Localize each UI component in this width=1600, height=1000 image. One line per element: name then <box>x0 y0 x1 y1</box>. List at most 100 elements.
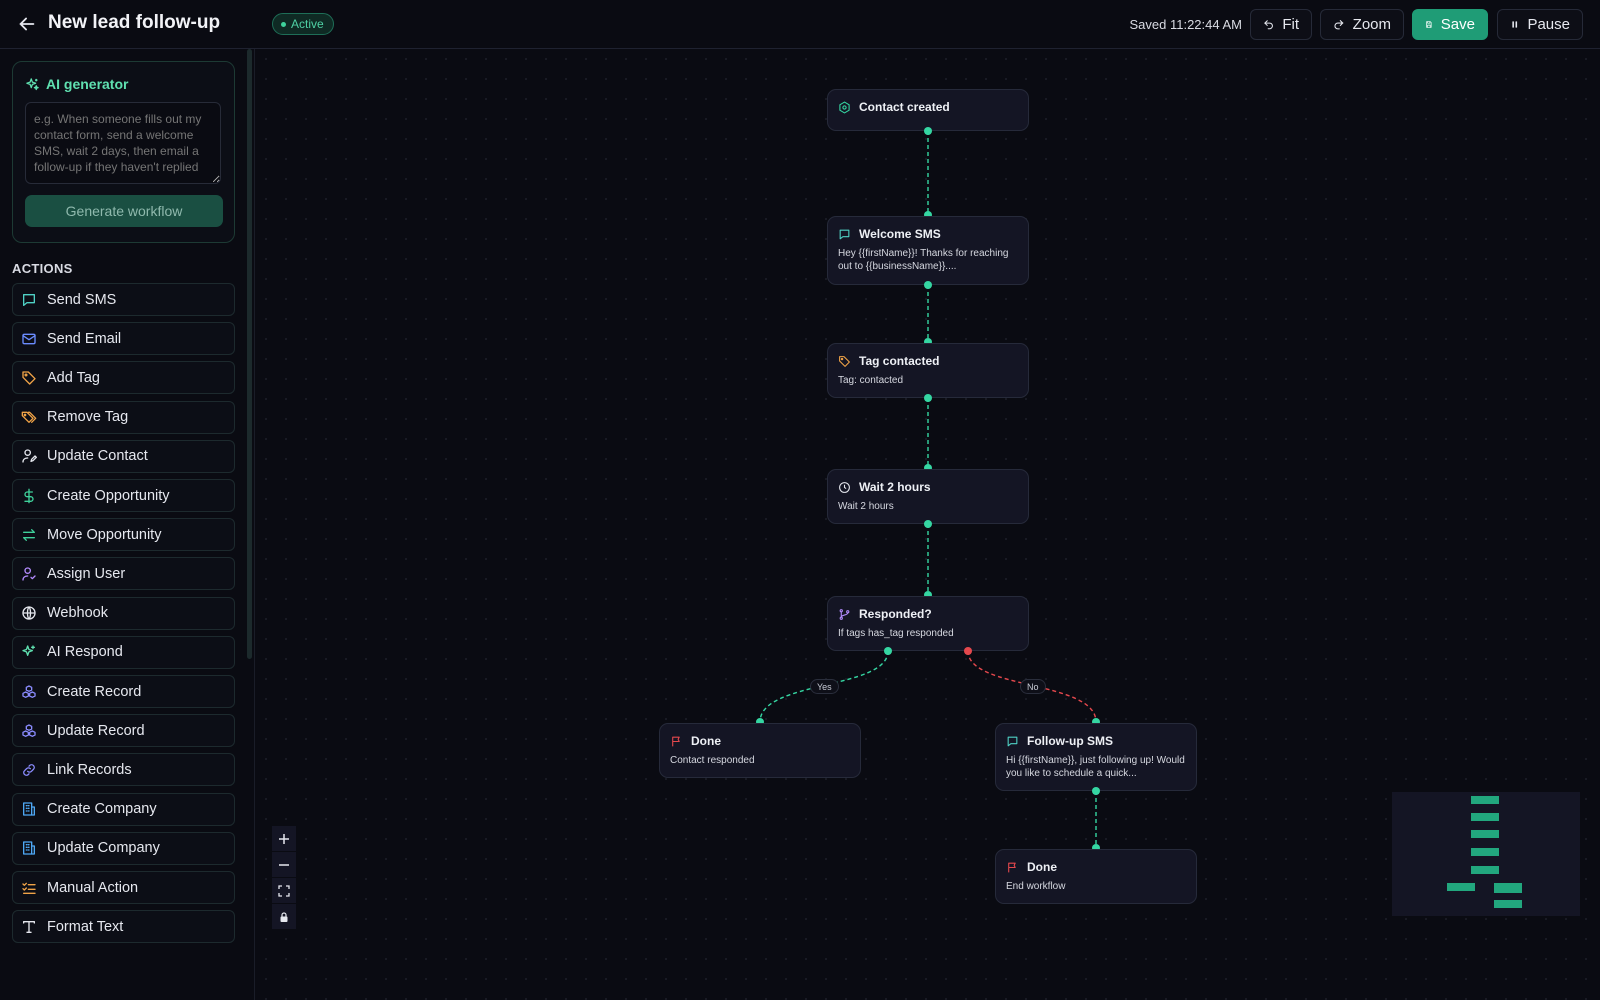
node-done-yes[interactable]: Done Contact responded <box>659 723 861 778</box>
node-title-label: Done <box>1027 860 1057 874</box>
dollar-icon <box>24 488 34 503</box>
minimap[interactable] <box>1392 792 1580 916</box>
boxes-icon <box>22 684 36 698</box>
action-item[interactable]: Send SMS <box>12 283 235 316</box>
trigger-icon <box>839 100 850 114</box>
node-followup-sms[interactable]: Follow-up SMS Hi {{firstName}}, just fol… <box>995 723 1197 791</box>
node-title-label: Done <box>691 734 721 748</box>
building-icon <box>22 841 35 855</box>
action-label: Send SMS <box>47 291 117 308</box>
canvas-controls <box>272 826 296 930</box>
action-label: Add Tag <box>47 369 100 386</box>
action-item[interactable]: Format Text <box>12 910 235 943</box>
saved-timestamp: Saved 11:22:44 AM <box>1129 17 1242 32</box>
action-item[interactable]: Add Tag <box>12 361 235 395</box>
action-label: Create Opportunity <box>47 487 170 504</box>
node-subtitle: Hey {{firstName}}! Thanks for reaching o… <box>838 248 1009 272</box>
fit-label: Fit <box>1282 16 1299 33</box>
node-title: Tag contacted <box>838 354 1018 368</box>
node-subtitle: Contact responded <box>670 755 755 766</box>
node-title: Done <box>1006 860 1186 874</box>
fit-view-button[interactable] <box>272 878 296 904</box>
tags-icon <box>21 411 37 424</box>
status-dot <box>281 21 286 27</box>
git-branch-icon <box>839 608 850 620</box>
output-handle[interactable] <box>924 520 932 528</box>
minimap-node <box>1471 848 1499 856</box>
minimap-node <box>1471 813 1499 821</box>
action-item[interactable]: Create Opportunity <box>12 479 235 512</box>
action-item[interactable]: Webhook <box>12 596 235 630</box>
pause-icon <box>1512 21 1518 28</box>
action-item[interactable]: Send Email <box>12 322 235 356</box>
user-check-icon <box>22 567 36 581</box>
action-item[interactable]: Link Records <box>12 753 235 787</box>
ai-prompt-input[interactable] <box>25 102 221 184</box>
node-wait[interactable]: Wait 2 hours Wait 2 hours <box>827 469 1029 524</box>
clock-icon <box>839 481 850 493</box>
action-item[interactable]: Update Contact <box>12 439 235 473</box>
action-label: Manual Action <box>47 879 139 896</box>
action-item[interactable]: Update Record <box>12 714 235 748</box>
action-label: Link Records <box>47 761 132 778</box>
action-item[interactable]: Remove Tag <box>12 400 235 434</box>
pause-label: Pause <box>1527 16 1570 33</box>
yes-output-handle[interactable] <box>884 647 892 655</box>
generate-workflow-button[interactable]: Generate workflow <box>25 195 223 227</box>
zoom-button[interactable]: Zoom <box>1320 9 1404 40</box>
zoom-out-button[interactable] <box>272 852 296 878</box>
action-item[interactable]: Update Company <box>12 831 235 865</box>
sparkles-icon <box>22 645 35 657</box>
action-list: Send SMS Send Email Add Tag Remove Tag Updat… <box>12 283 235 943</box>
action-item[interactable]: Manual Action <box>12 871 235 904</box>
sidebar-scrollbar[interactable] <box>247 49 252 659</box>
save-button[interactable]: Save <box>1412 9 1488 40</box>
message-icon <box>1007 736 1018 746</box>
node-subtitle: If tags has_tag responded <box>838 628 954 639</box>
action-item[interactable]: Move Opportunity <box>12 518 235 552</box>
action-item[interactable]: AI Respond <box>12 635 235 669</box>
output-handle[interactable] <box>924 281 932 289</box>
sparkles-icon <box>26 77 39 90</box>
zoom-label: Zoom <box>1352 16 1391 33</box>
node-title: Contact created <box>838 100 1018 114</box>
action-label: AI Respond <box>47 644 123 661</box>
node-title-label: Wait 2 hours <box>859 480 931 494</box>
node-contact-created[interactable]: Contact created <box>827 89 1029 131</box>
zoom-in-button[interactable] <box>272 826 296 852</box>
node-title: Done <box>670 734 850 748</box>
redo-icon <box>1334 20 1344 30</box>
mail-icon <box>22 333 36 345</box>
minimap-node <box>1494 883 1522 893</box>
output-handle[interactable] <box>924 394 932 402</box>
type-icon <box>23 920 35 933</box>
arrow-left-icon <box>19 17 35 31</box>
output-handle[interactable] <box>924 127 932 135</box>
back-button[interactable] <box>16 13 38 35</box>
action-item[interactable]: Assign User <box>12 557 235 591</box>
node-responded-condition[interactable]: Responded? If tags has_tag responded <box>827 596 1029 651</box>
minimap-node <box>1471 796 1499 804</box>
minimap-node <box>1494 900 1522 908</box>
message-icon <box>839 229 850 239</box>
node-tag-contacted[interactable]: Tag contacted Tag: contacted <box>827 343 1029 398</box>
node-subtitle: Wait 2 hours <box>838 501 894 512</box>
node-welcome-sms[interactable]: Welcome SMS Hey {{firstName}}! Thanks fo… <box>827 216 1029 285</box>
save-label: Save <box>1440 16 1475 33</box>
action-item[interactable]: Create Record <box>12 675 235 708</box>
node-subtitle: Hi {{firstName}}, just following up! Wou… <box>1006 755 1185 779</box>
action-label: Create Record <box>47 683 142 700</box>
header: New lead follow-up Active Saved 11:22:44… <box>0 0 1600 49</box>
pause-button[interactable]: Pause <box>1497 9 1583 40</box>
action-item[interactable]: Create Company <box>12 792 235 826</box>
lock-button[interactable] <box>272 904 296 930</box>
arrows-icon <box>23 528 35 541</box>
node-title-label: Responded? <box>859 607 932 621</box>
message-icon <box>23 293 35 306</box>
no-output-handle[interactable] <box>964 647 972 655</box>
minimap-node <box>1447 883 1475 891</box>
node-done-end[interactable]: Done End workflow <box>995 849 1197 904</box>
fit-button[interactable]: Fit <box>1250 9 1312 40</box>
output-handle[interactable] <box>1092 787 1100 795</box>
action-label: Update Record <box>47 722 145 739</box>
